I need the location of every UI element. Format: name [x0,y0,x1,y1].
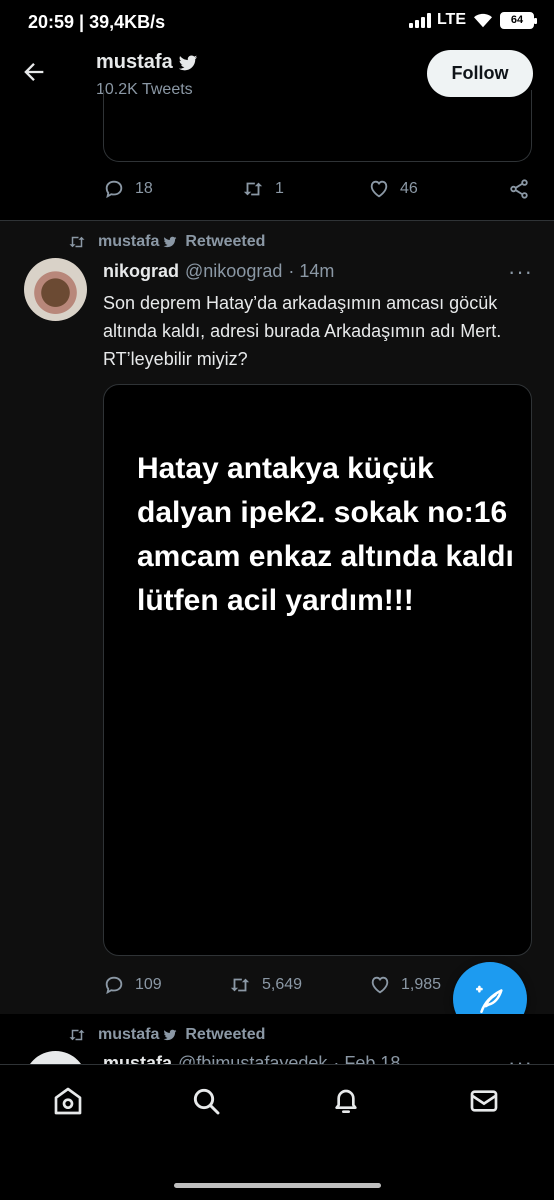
signal-icon [408,12,431,28]
home-icon [54,1087,82,1115]
more-options-icon[interactable]: ··· [508,259,533,285]
previous-tweet-media[interactable] [103,90,532,162]
battery-icon: 64 [500,11,537,29]
tweet-time: · 14m [288,261,335,281]
retweeted-line: mustafa Retweeted [66,233,265,251]
retweeted-line: mustafa Retweeted [66,1026,265,1044]
bell-icon [335,1089,357,1113]
arrow-left-icon [24,63,44,81]
retweet-button[interactable]: 5,649 [228,974,369,996]
network-type: LTE [436,11,466,28]
heart-icon [371,976,389,994]
more-options-icon[interactable]: ··· [508,1050,533,1064]
twitter-bird-icon [178,55,197,70]
profile-name-text: mustafa [96,51,173,73]
retweeter-name[interactable]: mustafa [98,233,159,251]
reply-button[interactable]: 18 [103,178,241,200]
tweet-author: mustafa @fbimustafayedek · Feb 18 [103,1053,400,1064]
share-icon [510,179,528,199]
retweet-icon [243,182,263,196]
status-bar: 20:59 | 39,4KB/s LTE 64 [0,0,554,40]
retweet-icon [230,978,250,992]
back-button[interactable] [20,58,48,91]
status-icons: LTE 64 [408,11,537,29]
tweet-author: nikograd @nikoograd · 14m [103,261,334,282]
bottom-navigation [0,1064,554,1134]
avatar[interactable] [24,258,87,321]
author-name[interactable]: nikograd [103,261,179,282]
reply-count: 18 [135,180,153,197]
heart-icon [370,180,388,198]
author-handle[interactable]: @nikoograd [185,261,282,282]
compose-feather-icon [475,985,503,1014]
retweet-count: 1 [275,180,284,197]
like-count: 46 [400,180,418,197]
avatar[interactable] [24,1051,87,1064]
profile-name: mustafa [96,51,199,74]
tweet-time: · Feb 18 [333,1053,401,1064]
nav-home[interactable] [52,1085,84,1122]
retweeted-label: Retweeted [185,1026,266,1043]
wifi-icon [474,13,492,28]
twitter-bird-icon [163,1029,177,1041]
retweet-icon [69,1029,85,1041]
nav-messages[interactable] [468,1085,500,1122]
tweet[interactable]: mustafa Retweeted nikograd @nikoograd · … [0,221,554,1014]
image-text: Hatay antakya küçük dalyan ipek2. sokak … [137,452,514,617]
nav-notifications[interactable] [330,1085,362,1122]
nav-search[interactable] [190,1085,222,1122]
tweet-image[interactable]: Hatay antakya küçük dalyan ipek2. sokak … [103,384,532,956]
twitter-bird-icon [163,236,177,248]
search-icon [193,1088,220,1115]
like-count: 1,985 [401,976,442,993]
retweet-icon [69,236,85,248]
retweet-button[interactable]: 1 [241,178,368,200]
retweeted-label: Retweeted [185,233,266,250]
system-navigation-bar [0,1134,554,1200]
reply-count: 109 [135,976,162,993]
tweet-actions: 18 1 46 [103,178,533,200]
like-button[interactable]: 46 [368,178,508,200]
reply-icon [105,976,123,995]
status-time: 20:59 | 39,4KB/s [28,12,166,32]
tweet[interactable]: mustafa Retweeted mustafa @fbimustafayed… [0,1014,554,1064]
share-button[interactable] [508,178,530,200]
retweet-count: 5,649 [262,976,303,993]
reply-button[interactable]: 109 [103,974,228,996]
reply-icon [105,180,123,199]
mail-icon [470,1090,498,1112]
author-name[interactable]: mustafa [103,1053,172,1064]
tweet-text: Son deprem Hatay’da arkadaşımın amcası g… [103,293,502,369]
retweeter-name[interactable]: mustafa [98,1026,159,1044]
author-handle[interactable]: @fbimustafayedek [178,1053,327,1064]
home-gesture-pill[interactable] [174,1183,381,1188]
